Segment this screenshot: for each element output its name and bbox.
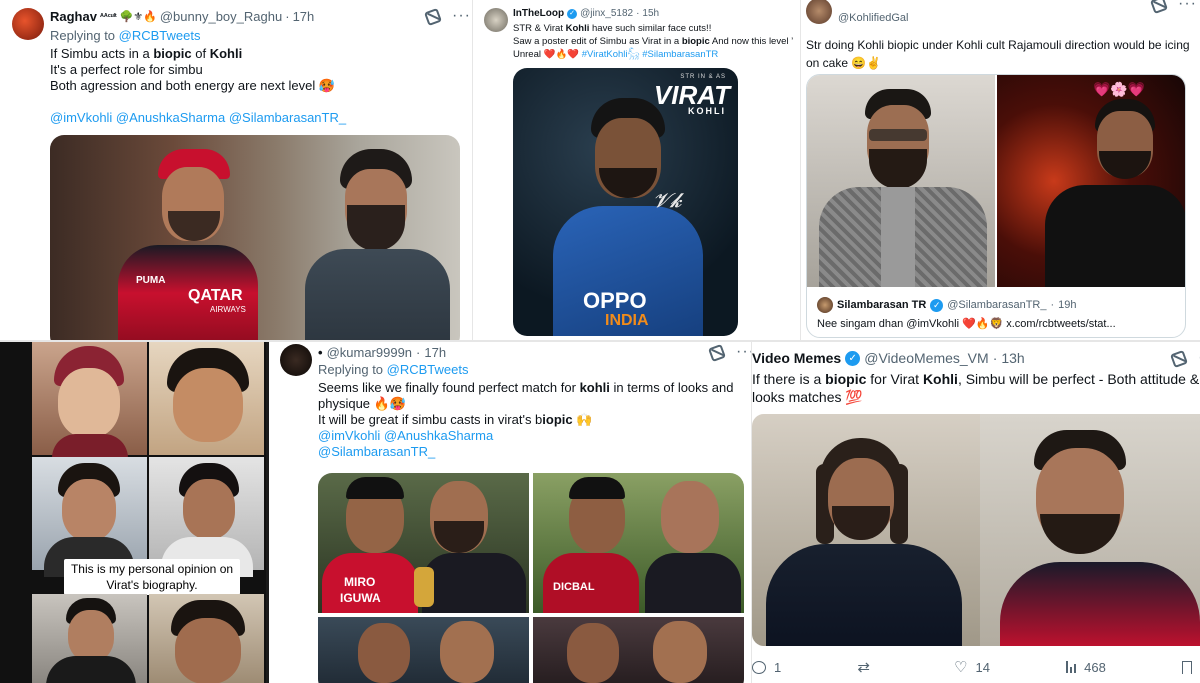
mentions[interactable]: @imVkohli @AnushkaSharma xyxy=(318,428,733,444)
timestamp[interactable]: 17h xyxy=(424,345,446,360)
views-icon xyxy=(1066,661,1077,673)
replying-label: Replying to xyxy=(50,28,119,43)
comparison-collage[interactable]: This is my personal opinion on Virat's b… xyxy=(0,342,268,683)
timestamp[interactable]: 17h xyxy=(293,9,315,24)
display-name[interactable]: Raghav xyxy=(50,9,97,24)
panel-divider xyxy=(266,342,269,683)
verified-badge-icon: ✓ xyxy=(845,350,861,366)
collage-cell xyxy=(149,594,264,683)
panel-divider xyxy=(472,0,473,342)
tweet-kohlifiedgal[interactable]: " @KohlifiedGal ··· Str doing Kohli biop… xyxy=(800,0,1200,342)
timestamp[interactable]: 15h xyxy=(642,8,659,19)
quote-link[interactable]: x.com/rcbtweets/stat... xyxy=(1006,318,1115,330)
verified-badge-icon: ✓ xyxy=(930,298,944,312)
grok-icon[interactable] xyxy=(1150,0,1168,14)
display-name[interactable]: • xyxy=(318,345,323,360)
views-button[interactable]: 468 xyxy=(1066,660,1106,675)
tweet-image-grid[interactable]: MIRO IGUWA DICBAL xyxy=(318,473,744,683)
person-kohli: QATAR AIRWAYS PUMA xyxy=(88,145,268,342)
more-options-icon[interactable]: ··· xyxy=(1178,0,1197,12)
mentions[interactable]: @imVkohli @AnushkaSharma @SilambarasanTR… xyxy=(50,110,346,126)
panel-divider xyxy=(800,0,801,342)
tweet-text: Str doing Kohli biopic under Kohli cult … xyxy=(806,38,1190,70)
quote-handle[interactable]: @SilambarasanTR_ xyxy=(947,299,1046,311)
collage-caption: This is my personal opinion on Virat's b… xyxy=(64,559,240,595)
reply-icon xyxy=(752,660,766,674)
jersey-text: OPPO xyxy=(583,288,647,313)
name-suffix: ᴬᴬᶜᵘˡᵗ xyxy=(99,12,117,21)
bookmark-icon xyxy=(1182,660,1192,674)
signature: 𝓥𝓴 xyxy=(653,188,682,212)
handle[interactable]: @jinx_5182 xyxy=(580,8,633,19)
more-options-icon[interactable]: ··· xyxy=(452,8,471,24)
collage-cell xyxy=(32,594,147,683)
jersey-text: QATAR xyxy=(188,287,243,304)
tweet-kumar[interactable]: • @kumar9999n · 17h ··· Replying to @RCB… xyxy=(268,342,752,683)
quote-image[interactable]: 💗🌸💗 xyxy=(807,75,1185,287)
tweet-image[interactable]: QATAR AIRWAYS PUMA xyxy=(50,135,460,342)
tweet-videomemes[interactable]: Video Memes ✓ @VideoMemes_VM · 13h ··· I… xyxy=(752,342,1200,683)
person-simbu xyxy=(295,145,455,342)
avatar[interactable] xyxy=(484,8,508,32)
replying-to-link[interactable]: @RCBTweets xyxy=(119,28,201,43)
panel-divider xyxy=(0,340,1200,342)
tweet-image[interactable] xyxy=(752,414,1200,646)
tweet-text: If there is a biopic for Virat Kohli, Si… xyxy=(752,371,1200,405)
grok-icon[interactable] xyxy=(424,8,442,26)
handle[interactable]: @KohlifiedGal xyxy=(838,12,908,24)
bookmark-button[interactable] xyxy=(1182,660,1192,674)
quote-text: Nee singam dhan @imVkohli ❤️🔥🦁 x.com/rcb… xyxy=(817,318,1116,330)
tweet-text: Seems like we finally found perfect matc… xyxy=(318,380,734,460)
avatar[interactable] xyxy=(806,0,832,24)
avatar[interactable] xyxy=(280,344,312,376)
quote-display-name[interactable]: Silambarasan TR xyxy=(837,299,926,311)
replying-label: Replying to xyxy=(318,362,387,377)
avatar[interactable] xyxy=(12,8,44,40)
panel-divider xyxy=(751,342,752,683)
display-name[interactable]: InTheLoop xyxy=(513,8,564,19)
heart-icon: ♡ xyxy=(954,659,968,676)
name-emojis: 🌳⚜🔥 xyxy=(119,11,157,23)
quote-timestamp[interactable]: 19h xyxy=(1058,299,1076,311)
grok-icon[interactable] xyxy=(708,344,726,362)
tweet-text: If Simbu acts in a biopic of Kohli It's … xyxy=(50,46,347,126)
reply-count: 1 xyxy=(774,659,782,675)
handle[interactable]: @VideoMemes_VM xyxy=(864,350,988,366)
quote-tweet[interactable]: 💗🌸💗 Silambarasan TR ✓ @SilambarasanTR_ ·… xyxy=(806,74,1186,338)
replying-to-link[interactable]: @RCBTweets xyxy=(387,362,469,377)
like-button[interactable]: ♡ 14 xyxy=(954,658,990,676)
like-count: 14 xyxy=(975,659,991,675)
collage-cell xyxy=(32,457,147,577)
hashtags[interactable]: #ViratKohli𓃵 #SilambarasanTR xyxy=(582,49,719,60)
verified-badge-icon: ✓ xyxy=(567,8,578,19)
poster-image[interactable]: STR IN & AS VIRAT KOHLI OPPO INDIA 𝓥𝓴 xyxy=(513,68,738,336)
repost-icon: ⇄ xyxy=(857,659,870,676)
handle[interactable]: @bunny_boy_Raghu xyxy=(160,9,282,24)
tweet-text: STR & Virat Kohli have such similar face… xyxy=(513,23,794,60)
mentions[interactable]: @SilambarasanTR_ xyxy=(318,444,733,460)
handle[interactable]: @kumar9999n xyxy=(327,345,412,360)
quote-avatar[interactable] xyxy=(817,297,833,313)
tweet-raghav[interactable]: Raghav ᴬᴬᶜᵘˡᵗ 🌳⚜🔥 @bunny_boy_Raghu · 17h… xyxy=(0,0,472,342)
collage-cell xyxy=(32,342,147,458)
display-name[interactable]: Video Memes xyxy=(752,350,841,366)
grok-icon[interactable] xyxy=(1170,350,1188,368)
more-options-icon[interactable]: ··· xyxy=(736,344,752,360)
repost-button[interactable]: ⇄ xyxy=(857,658,878,676)
views-count: 468 xyxy=(1084,659,1106,675)
timestamp[interactable]: 13h xyxy=(1001,350,1024,366)
reply-button[interactable]: 1 xyxy=(752,660,781,675)
tweet-intheloop[interactable]: InTheLoop ✓ @jinx_5182 · 15h STR & Virat… xyxy=(472,0,800,342)
collage-cell xyxy=(149,342,264,455)
display-name[interactable]: " xyxy=(838,0,842,8)
person-poster: OPPO INDIA xyxy=(553,98,703,336)
collage-cell xyxy=(149,457,264,577)
